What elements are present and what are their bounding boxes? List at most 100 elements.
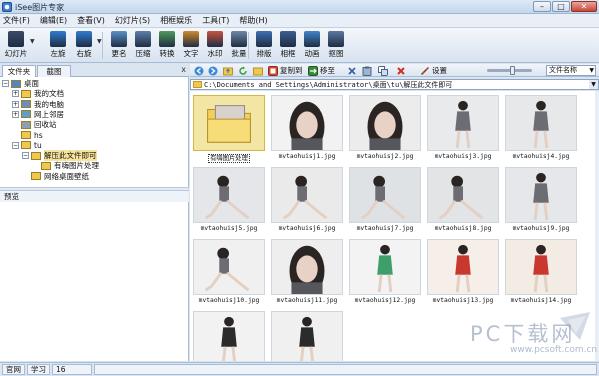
toolbar-label: 动画: [304, 49, 320, 58]
vertical-scrollbar[interactable]: [595, 91, 599, 361]
folder-thumbnail[interactable]: 有嗨图片处理: [190, 93, 265, 165]
image-thumbnail[interactable]: mvtaohuisj6.jpg: [268, 165, 343, 237]
thumbnail-size-slider-thumb[interactable]: [510, 66, 515, 75]
menu-frame-fun[interactable]: 相框娱乐: [160, 15, 192, 26]
image-thumbnail[interactable]: mvtaohuisj12.jpg: [346, 237, 421, 309]
sort-select[interactable]: 文件名称 ▼: [546, 65, 596, 76]
photo-icon: [506, 96, 576, 150]
tab-folders[interactable]: 文件夹: [2, 65, 36, 77]
menu-edit[interactable]: 编辑(E): [40, 15, 67, 26]
image-thumbnail[interactable]: mvtaohuisj9.jpg: [502, 165, 577, 237]
status-official-site[interactable]: 官网: [2, 364, 25, 375]
forward-button[interactable]: [208, 65, 220, 76]
toolbar-button-4[interactable]: 压缩: [131, 30, 155, 61]
thumbnail-caption: 有嗨图片处理: [190, 153, 268, 163]
watermark-icon: [207, 31, 223, 47]
image-thumbnail[interactable]: [190, 309, 265, 361]
image-thumbnail[interactable]: [268, 309, 343, 361]
toolbar-button-1[interactable]: 左旋: [46, 30, 70, 61]
chevron-down-icon[interactable]: ▼: [97, 38, 102, 45]
move-to-button[interactable]: 移至: [308, 65, 335, 76]
image-thumbnail[interactable]: mvtaohuisj3.jpg: [424, 93, 499, 165]
remove-button[interactable]: [396, 65, 408, 76]
photo-figure: [302, 316, 312, 327]
image-thumbnail[interactable]: mvtaohuisj7.jpg: [346, 165, 421, 237]
file-name: mvtaohuisj3.jpg: [434, 153, 492, 160]
thumbnail-image: [271, 239, 343, 295]
toolbar-button-2[interactable]: 右旋: [72, 30, 96, 61]
tree-item[interactable]: − tu: [12, 141, 42, 150]
menu-file[interactable]: 文件(F): [3, 15, 30, 26]
toolbar-button-10[interactable]: 相框: [276, 30, 300, 61]
tab-capture[interactable]: 截图: [37, 65, 71, 77]
path-dropdown-icon[interactable]: ▼: [589, 80, 598, 89]
image-thumbnail[interactable]: mvtaohuisj4.jpg: [502, 93, 577, 165]
image-thumbnail[interactable]: mvtaohuisj13.jpg: [424, 237, 499, 309]
tree-expander-icon[interactable]: −: [12, 141, 19, 149]
photo-icon: [350, 96, 420, 150]
tree-item[interactable]: − 桌面: [2, 79, 39, 88]
up-folder-button[interactable]: [223, 65, 235, 76]
rotate-left-icon: [50, 31, 66, 47]
toolbar-button-0[interactable]: 幻灯片: [4, 30, 28, 61]
tree-expander-icon[interactable]: −: [22, 152, 29, 160]
tree-expander-icon[interactable]: −: [2, 80, 9, 87]
image-thumbnail[interactable]: mvtaohuisj11.jpg: [268, 237, 343, 309]
photo-figure: [533, 183, 549, 203]
image-thumbnail[interactable]: mvtaohuisj10.jpg: [190, 237, 265, 309]
photo-icon: [428, 96, 498, 150]
menu-slideshow[interactable]: 幻灯片(S): [115, 15, 150, 26]
tree-item[interactable]: − 解压此文件即可: [22, 150, 97, 162]
thumbnail-caption: mvtaohuisj7.jpg: [346, 225, 424, 232]
new-folder-button[interactable]: [253, 65, 265, 76]
paste-button[interactable]: [362, 65, 374, 76]
tree-expander-icon[interactable]: +: [12, 100, 19, 108]
maximize-button[interactable]: □: [552, 1, 570, 12]
tree-item[interactable]: 网络桌面壁纸: [22, 172, 89, 181]
minimize-button[interactable]: –: [533, 1, 551, 12]
close-panel-icon[interactable]: x: [181, 65, 186, 74]
image-thumbnail[interactable]: mvtaohuisj8.jpg: [424, 165, 499, 237]
image-thumbnail[interactable]: mvtaohuisj14.jpg: [502, 237, 577, 309]
settings-button[interactable]: 设置: [420, 65, 447, 76]
tree-item[interactable]: + 我的文档: [12, 89, 64, 98]
toolbar-button-3[interactable]: 更名: [107, 30, 131, 61]
toolbar-button-11[interactable]: 动画: [300, 30, 324, 61]
file-name: mvtaohuisj12.jpg: [354, 297, 416, 304]
tree-item[interactable]: + 网上邻居: [12, 110, 64, 119]
tree-item[interactable]: 回收站: [12, 120, 57, 129]
chevron-down-icon[interactable]: ▼: [30, 38, 35, 45]
copy-to-button[interactable]: 复制到: [268, 65, 303, 76]
toolbar-label: 幻灯片: [4, 49, 28, 58]
thumbnail-image: [505, 95, 577, 151]
tree-item[interactable]: hs: [12, 131, 43, 140]
title-bar: iSee图片专家 – □ ✕: [0, 0, 599, 14]
tree-item[interactable]: 有嗨图片处理: [32, 161, 99, 170]
toolbar-label: 更名: [111, 49, 127, 58]
menu-view[interactable]: 查看(V): [77, 15, 105, 26]
toolbar-button-6[interactable]: 文字: [179, 30, 203, 61]
thumbnail-caption: mvtaohuisj3.jpg: [424, 153, 502, 160]
image-thumbnail[interactable]: mvtaohuisj2.jpg: [346, 93, 421, 165]
status-learn[interactable]: 学习: [27, 364, 50, 375]
tree-item[interactable]: + 我的电脑: [12, 100, 64, 109]
tree-expander-icon[interactable]: +: [12, 110, 19, 118]
toolbar-button-5[interactable]: 转换: [155, 30, 179, 61]
image-thumbnail[interactable]: mvtaohuisj1.jpg: [268, 93, 343, 165]
tree-expander-icon[interactable]: +: [12, 90, 19, 98]
path-bar[interactable]: C:\Documents and Settings\Administrator\…: [190, 79, 599, 90]
menu-help[interactable]: 帮助(H): [239, 15, 267, 26]
delete-button[interactable]: [347, 65, 359, 76]
photo-figure: [453, 186, 463, 202]
close-button[interactable]: ✕: [571, 1, 597, 12]
toolbar-button-7[interactable]: 水印: [203, 30, 227, 61]
toolbar-button-9[interactable]: 排版: [252, 30, 276, 61]
status-bar: 官网 学习 16: [0, 362, 599, 376]
back-button[interactable]: [194, 65, 206, 76]
image-thumbnail[interactable]: mvtaohuisj5.jpg: [190, 165, 265, 237]
main-toolbar: 幻灯片 左旋 右旋 更名 压缩 转换 文字 水印 批量 排版 相框 动画 抠图 ▼ ▼: [0, 28, 599, 63]
menu-tools[interactable]: 工具(T): [202, 15, 229, 26]
toolbar-button-12[interactable]: 抠图: [324, 30, 348, 61]
refresh-button[interactable]: [238, 65, 250, 76]
copy-button[interactable]: [378, 65, 390, 76]
